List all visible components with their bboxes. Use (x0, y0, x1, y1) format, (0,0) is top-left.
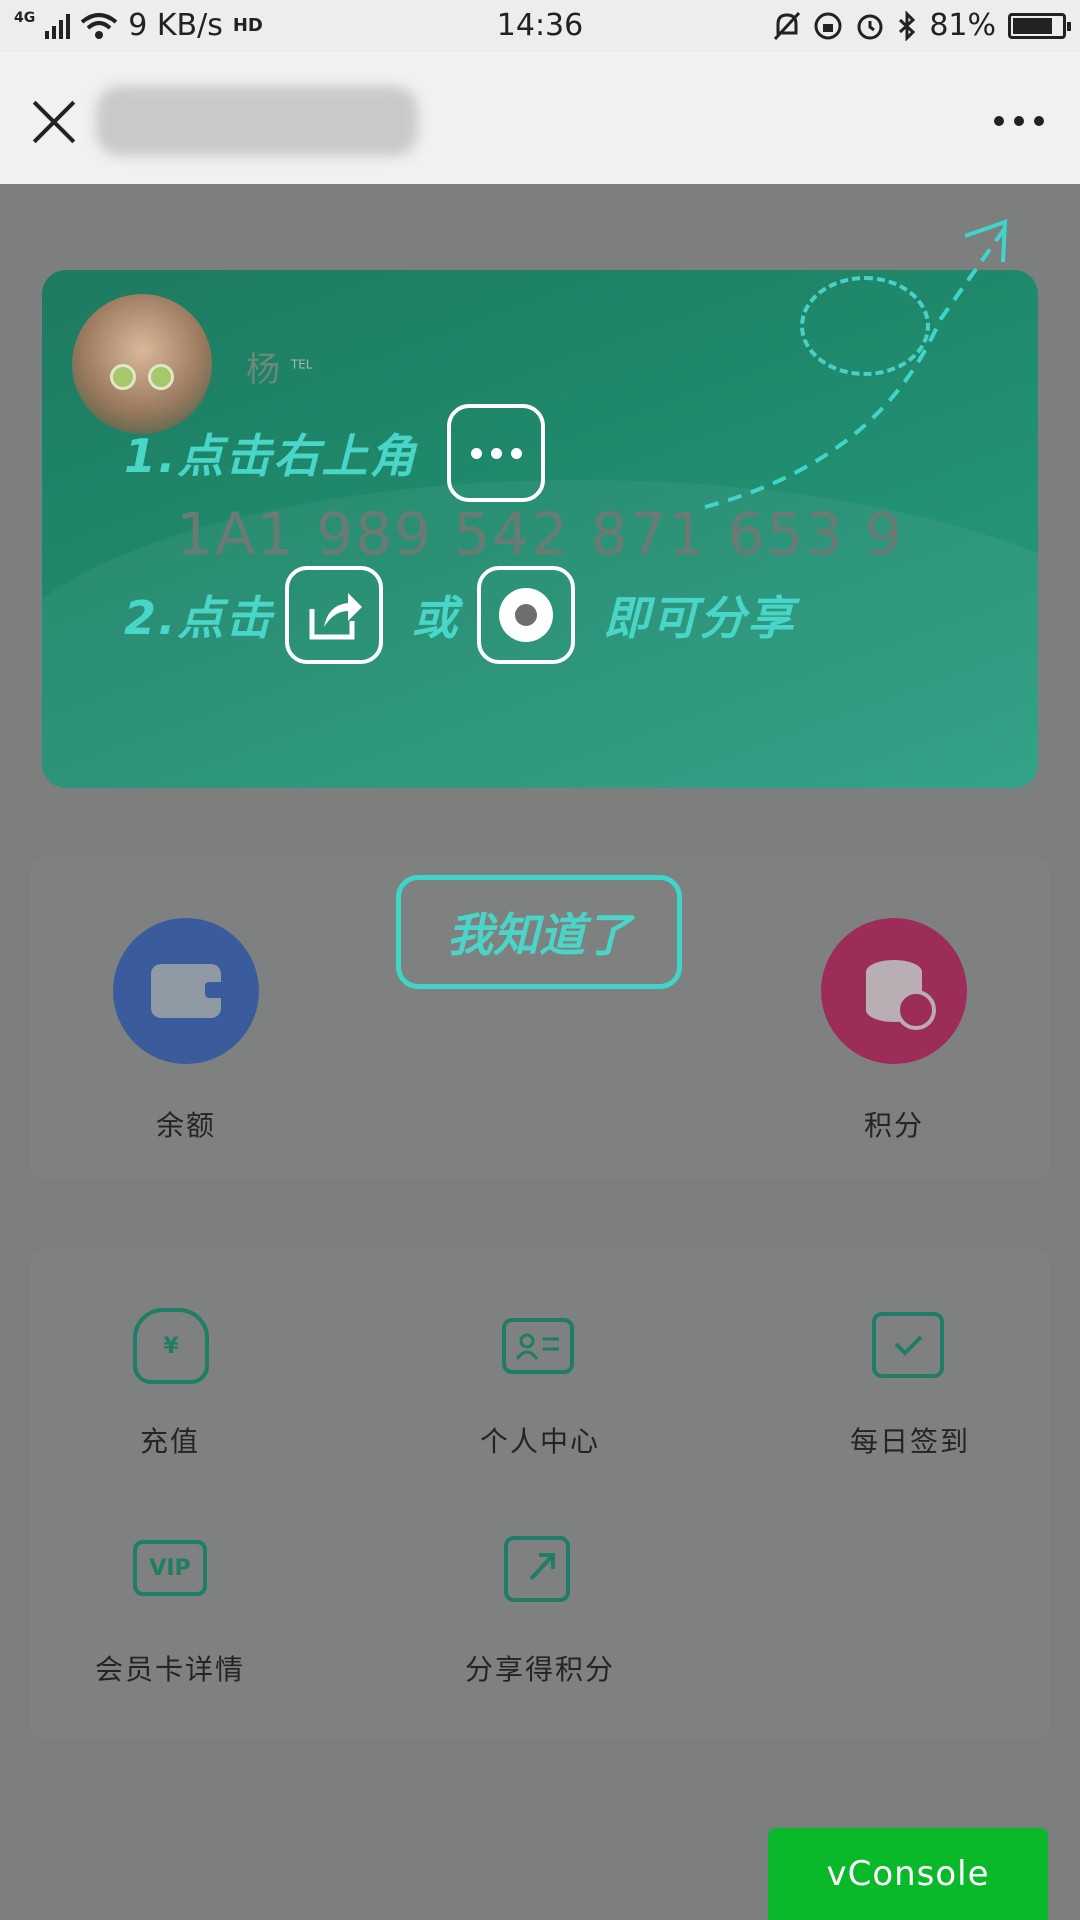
vip-card-icon[interactable]: VIP (133, 1540, 207, 1596)
more-menu-hint-icon (447, 404, 546, 502)
menu-item-share-points[interactable]: 分享得积分 (430, 1648, 650, 1688)
menu-item-checkin[interactable]: 每日签到 (810, 1420, 1010, 1460)
calendar-check-icon[interactable] (872, 1312, 944, 1378)
guide-step-2: 2.点击 或 即可分享 (124, 566, 795, 664)
wallet-icon[interactable] (113, 918, 259, 1064)
balance-label[interactable]: 余额 (113, 1104, 259, 1144)
points-label[interactable]: 积分 (821, 1104, 967, 1144)
guide-step-1: 1.点击右上角 (124, 404, 546, 502)
guide-step-1-text: 1.点击右上角 (124, 429, 418, 483)
menu-item-profile[interactable]: 个人中心 (440, 1420, 640, 1460)
guide-step-2-prefix: 2.点击 (124, 591, 274, 645)
menu-item-member-card[interactable]: 会员卡详情 (60, 1648, 280, 1688)
money-bag-icon[interactable]: ¥ (133, 1308, 209, 1384)
moments-icon (477, 566, 576, 664)
points-icon[interactable] (821, 918, 967, 1064)
guide-step-2-suffix: 即可分享 (603, 591, 796, 645)
menu-item-recharge[interactable]: 充值 (70, 1420, 270, 1460)
id-card-icon[interactable] (502, 1318, 574, 1374)
share-external-icon[interactable] (504, 1536, 570, 1602)
vconsole-button[interactable]: vConsole (768, 1828, 1048, 1920)
share-to-friend-icon (285, 566, 384, 664)
guide-step-2-or: 或 (411, 591, 460, 645)
got-it-button[interactable]: 我知道了 (396, 875, 682, 989)
